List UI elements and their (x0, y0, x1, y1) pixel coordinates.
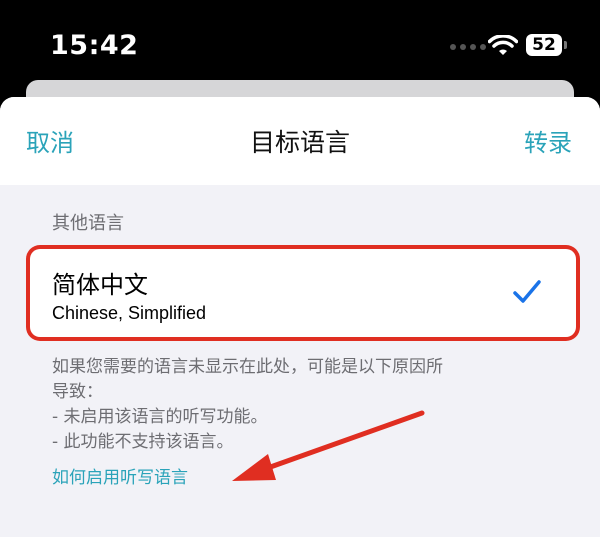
help-link-enable-dictation[interactable]: 如何启用听写语言 (52, 463, 188, 488)
status-time: 15:42 (50, 30, 139, 61)
page-title: 目标语言 (249, 128, 350, 157)
footer-line: - 未启用该语言的听写功能。 (52, 407, 268, 427)
battery-icon: 52 (526, 34, 562, 56)
language-option-chinese-simplified[interactable]: 简体中文 Chinese, Simplified (30, 249, 576, 337)
footer-line: 如果您需要的语言未显示在此处，可能是以下原因所 (52, 357, 443, 377)
transcribe-button[interactable]: 转录 (524, 123, 572, 158)
footer-line: 导致： (52, 382, 103, 402)
footer-line: - 此功能不支持该语言。 (52, 432, 234, 452)
target-language-sheet: 取消 目标语言 转录 其他语言 简体中文 Chinese, Simplified… (0, 97, 600, 537)
nav-bar: 取消 目标语言 转录 (0, 97, 600, 185)
wifi-icon (488, 35, 518, 55)
language-name: 简体中文 (52, 271, 148, 299)
language-subtitle: Chinese, Simplified (52, 303, 207, 323)
footer-note: 如果您需要的语言未显示在此处，可能是以下原因所 导致： - 未启用该语言的听写功… (52, 355, 552, 455)
section-header-other-languages: 其他语言 (52, 213, 124, 234)
battery-cap (564, 41, 567, 49)
checkmark-icon (513, 280, 541, 303)
cellular-signal-icon (450, 44, 486, 50)
status-bar: 15:42 52 (0, 0, 600, 90)
